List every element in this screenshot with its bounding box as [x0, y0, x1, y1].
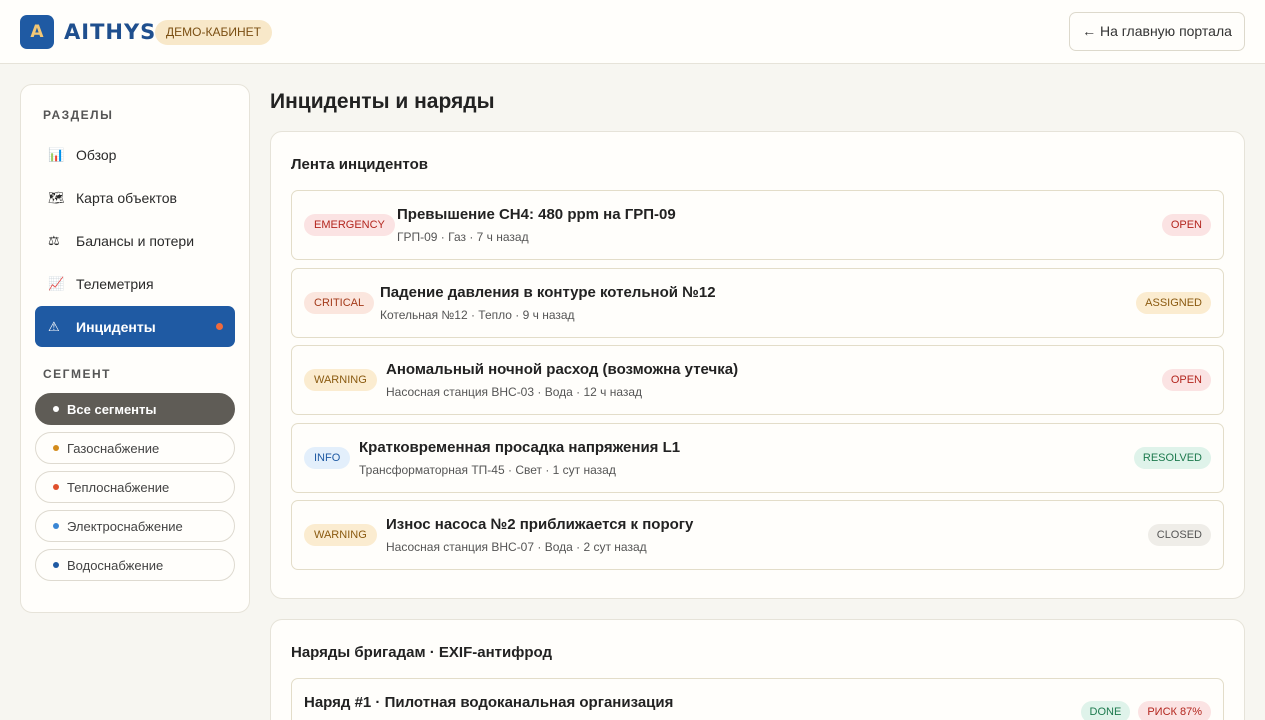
sidebar-item-incidents[interactable]: ⚠ Инциденты [35, 306, 235, 347]
segment-water[interactable]: Водоснабжение [35, 549, 235, 581]
status-badge: ASSIGNED [1136, 292, 1211, 314]
orders-card-title: Наряды бригадам · EXIF-антифрод [291, 644, 552, 661]
segment-label-text: Теплоснабжение [67, 479, 170, 495]
severity-badge: WARNING [304, 369, 377, 391]
brand-name: AITHYS [64, 20, 157, 44]
world-map-icon: 🗺 [48, 189, 65, 205]
segment-dot [53, 484, 59, 490]
demo-badge: ДЕМО-КАБИНЕТ [155, 20, 272, 45]
segment-gas[interactable]: Газоснабжение [35, 432, 235, 464]
incident-subtitle: Трансформаторная ТП-45 · Свет · 1 сут на… [359, 463, 616, 477]
incident-row[interactable]: INFO Кратковременная просадка напряжения… [291, 423, 1224, 493]
incident-title: Износ насоса №2 приближается к порогу [386, 516, 694, 533]
sidebar-item-label: Телеметрия [76, 275, 154, 292]
incidents-card: Лента инцидентов EMERGENCY Превышение CH… [270, 131, 1245, 599]
segment-dot [53, 523, 59, 529]
risk-badge: РИСК 87% [1138, 701, 1211, 720]
segment-electricity[interactable]: Электроснабжение [35, 510, 235, 542]
incident-title: Превышение CH4: 480 ppm на ГРП-09 [397, 206, 676, 223]
sidebar: РАЗДЕЛЫ 📊 Обзор 🗺 Карта объектов ⚖ Балан… [20, 84, 250, 613]
segment-dot [53, 445, 59, 451]
incident-subtitle: Насосная станция ВНС-07 · Вода · 2 сут н… [386, 540, 647, 554]
bar-chart-icon: 📊 [48, 146, 65, 162]
incident-row[interactable]: WARNING Износ насоса №2 приближается к п… [291, 500, 1224, 570]
status-badge: RESOLVED [1133, 447, 1211, 469]
home-portal-button[interactable]: ← На главную портала [1069, 12, 1245, 51]
line-chart-icon: 📈 [48, 275, 65, 291]
orders-card: Наряды бригадам · EXIF-антифрод Наряд #1… [270, 619, 1245, 720]
incident-row[interactable]: CRITICAL Падение давления в контуре коте… [291, 268, 1224, 338]
segment-label-text: Водоснабжение [67, 557, 164, 573]
status-badge: OPEN [1161, 369, 1211, 391]
incident-row[interactable]: WARNING Аномальный ночной расход (возмож… [291, 345, 1224, 415]
top-bar: A AITHYS ДЕМО-КАБИНЕТ ← На главную порта… [0, 0, 1265, 64]
sections-label: РАЗДЕЛЫ [43, 108, 114, 122]
severity-badge: CRITICAL [304, 292, 375, 314]
sidebar-item-label: Карта объектов [76, 189, 177, 206]
sidebar-item-telemetry[interactable]: 📈 Телеметрия [35, 263, 235, 304]
logo[interactable]: A [20, 15, 54, 49]
segment-label: СЕГМЕНТ [43, 367, 111, 381]
segment-dot [53, 406, 59, 412]
status-badge: OPEN [1161, 214, 1211, 236]
incident-subtitle: Насосная станция ВНС-03 · Вода · 12 ч на… [386, 385, 643, 399]
page-title: Инциденты и наряды [270, 90, 495, 113]
incident-subtitle: ГРП-09 · Газ · 7 ч назад [397, 230, 529, 244]
segment-label-text: Все сегменты [67, 401, 157, 417]
scales-icon: ⚖ [48, 232, 60, 248]
segment-label-text: Газоснабжение [67, 440, 160, 456]
status-badge: CLOSED [1147, 524, 1211, 546]
sidebar-item-overview[interactable]: 📊 Обзор [35, 134, 235, 175]
severity-badge: EMERGENCY [304, 214, 395, 236]
incident-row[interactable]: EMERGENCY Превышение CH4: 480 ppm на ГРП… [291, 190, 1224, 260]
sidebar-item-balances[interactable]: ⚖ Балансы и потери [35, 220, 235, 261]
sidebar-item-label: Обзор [76, 146, 117, 163]
incident-title: Аномальный ночной расход (возможна утечк… [386, 361, 739, 378]
sidebar-item-map[interactable]: 🗺 Карта объектов [35, 177, 235, 218]
severity-badge: WARNING [304, 524, 377, 546]
segment-dot [53, 562, 59, 568]
notification-dot [216, 323, 223, 330]
sidebar-item-label: Балансы и потери [76, 232, 195, 249]
segment-label-text: Электроснабжение [67, 518, 183, 534]
segment-all[interactable]: Все сегменты [35, 393, 235, 425]
incident-title: Падение давления в контуре котельной №12 [380, 284, 716, 301]
segment-heat[interactable]: Теплоснабжение [35, 471, 235, 503]
incident-subtitle: Котельная №12 · Тепло · 9 ч назад [380, 308, 575, 322]
incident-title: Кратковременная просадка напряжения L1 [359, 439, 681, 456]
severity-badge: INFO [304, 447, 351, 469]
incidents-card-title: Лента инцидентов [291, 156, 428, 173]
order-title: Наряд #1 · Пилотная водоканальная органи… [304, 694, 674, 711]
sidebar-item-label: Инциденты [76, 318, 156, 335]
status-badge: DONE [1080, 701, 1131, 720]
order-row[interactable]: Наряд #1 · Пилотная водоканальная органи… [291, 678, 1224, 720]
warning-icon: ⚠ [48, 318, 60, 334]
order-badges: DONE РИСК 87% [1080, 701, 1211, 720]
